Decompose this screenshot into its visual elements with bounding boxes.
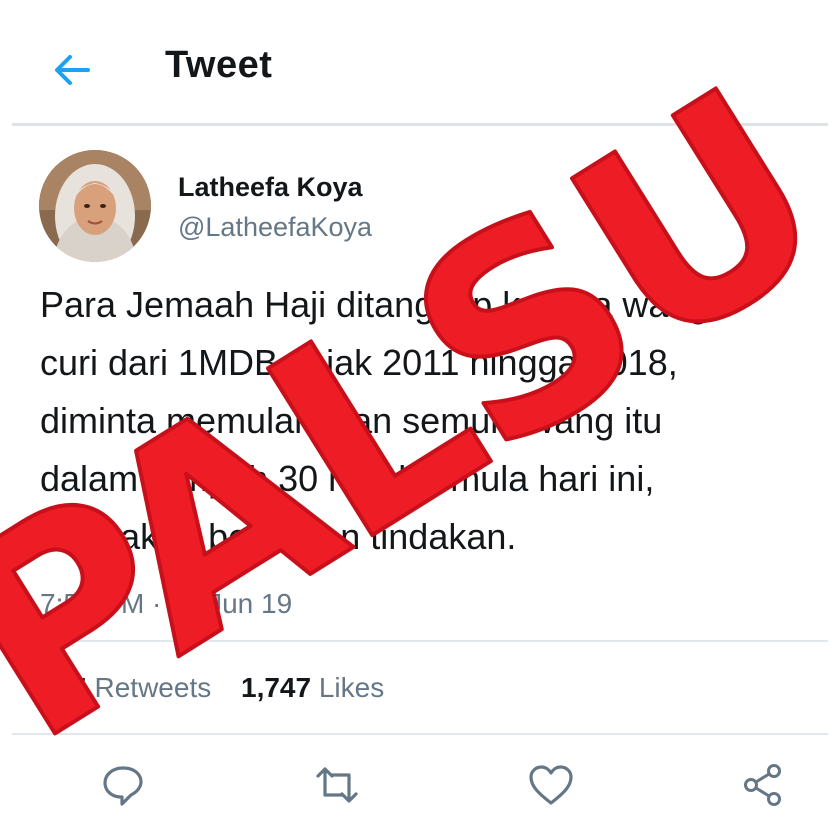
likes-label: Likes (318, 672, 385, 703)
likes-count: 1,747 (241, 672, 312, 703)
user-handle[interactable]: @LatheefaKoya (178, 212, 372, 243)
retweets-label: Retweets (94, 672, 212, 703)
divider (12, 640, 828, 642)
arrow-left-icon (55, 55, 90, 85)
reply-button[interactable] (98, 760, 148, 810)
retweets-stat[interactable]: 875 Retweets (40, 672, 219, 703)
page-title: Tweet (165, 44, 273, 86)
heart-icon (529, 765, 573, 805)
header-divider (12, 123, 828, 126)
like-button[interactable] (526, 760, 576, 810)
tweet-timestamp: 7:50 PM · 22 Jun 19 (40, 588, 293, 619)
avatar[interactable] (39, 150, 151, 262)
tweet-stats: 875 Retweets 1,747 Likes (40, 672, 384, 704)
reply-icon (103, 766, 143, 806)
retweet-icon (316, 767, 358, 803)
tweet-text: Para Jemaah Haji ditangkap kerana wang c… (40, 284, 709, 557)
divider (12, 733, 828, 735)
retweets-count: 875 (40, 672, 87, 703)
retweet-button[interactable] (312, 760, 362, 810)
share-icon (744, 764, 781, 806)
user-name[interactable]: Latheefa Koya (178, 172, 363, 203)
app-header: Tweet (0, 0, 840, 124)
avatar-photo (39, 150, 151, 262)
back-button[interactable] (48, 46, 96, 94)
likes-stat[interactable]: 1,747 Likes (241, 672, 384, 703)
share-button[interactable] (738, 760, 788, 810)
